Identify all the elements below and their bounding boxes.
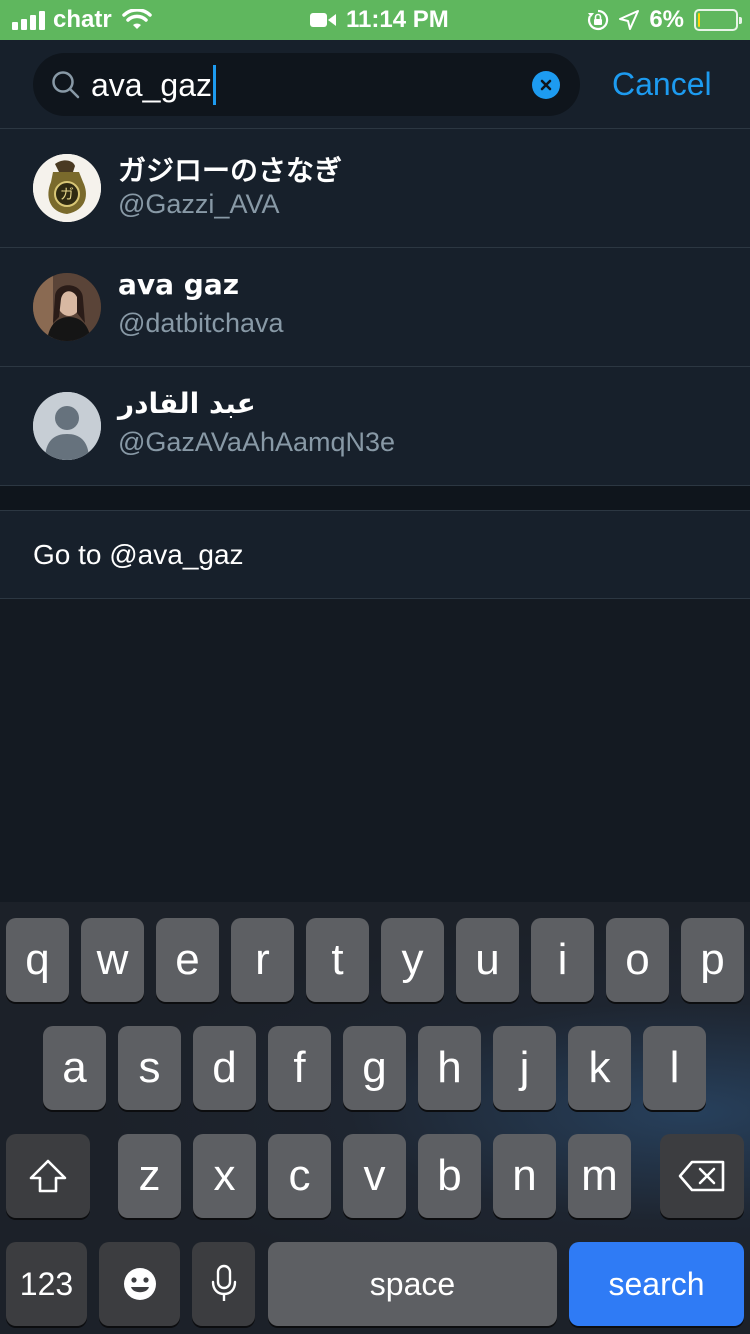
emoji-icon: [123, 1268, 156, 1300]
result-display-name: ava gaz: [118, 268, 240, 301]
close-icon: [540, 79, 552, 91]
battery-level-fill: [698, 13, 701, 27]
result-handle: @datbitchava: [118, 308, 284, 338]
search-query-text: ava_gaz: [91, 66, 212, 103]
orientation-lock-icon: [588, 9, 609, 31]
key-g[interactable]: g: [343, 1026, 406, 1110]
key-o[interactable]: o: [606, 918, 669, 1002]
key-x[interactable]: x: [193, 1134, 256, 1218]
key-q[interactable]: q: [6, 918, 69, 1002]
numbers-key[interactable]: 123: [6, 1242, 87, 1326]
coin-jar-avatar: ガ: [33, 154, 101, 222]
result-display-name: ガジローのさなぎ: [118, 154, 343, 187]
search-key[interactable]: search: [569, 1242, 744, 1326]
search-result-item[interactable]: ava gaz @datbitchava: [0, 248, 750, 367]
key-p[interactable]: p: [681, 918, 744, 1002]
wifi-icon: [121, 9, 152, 29]
key-l[interactable]: l: [643, 1026, 706, 1110]
key-m[interactable]: m: [568, 1134, 631, 1218]
key-u[interactable]: u: [456, 918, 519, 1002]
cancel-button[interactable]: Cancel: [612, 66, 712, 103]
space-key[interactable]: space: [268, 1242, 557, 1326]
key-i[interactable]: i: [531, 918, 594, 1002]
microphone-icon: [211, 1264, 236, 1301]
svg-text:ガ: ガ: [60, 187, 74, 203]
key-b[interactable]: b: [418, 1134, 481, 1218]
key-f[interactable]: f: [268, 1026, 331, 1110]
section-divider: [0, 486, 750, 510]
search-input[interactable]: ava_gaz: [33, 53, 580, 116]
battery-percentage: 6%: [649, 6, 684, 33]
signal-bars-icon: [12, 10, 45, 30]
result-display-name: عبد القادر: [118, 387, 256, 420]
key-h[interactable]: h: [418, 1026, 481, 1110]
location-arrow-icon: [619, 10, 640, 30]
key-e[interactable]: e: [156, 918, 219, 1002]
search-header: ava_gaz Cancel: [0, 40, 750, 129]
empty-results-area: [0, 599, 750, 902]
shift-arrow-icon: [29, 1159, 67, 1193]
status-bar: chatr 11:14 PM 6%: [0, 0, 750, 40]
shift-key[interactable]: [6, 1134, 90, 1218]
key-n[interactable]: n: [493, 1134, 556, 1218]
key-y[interactable]: y: [381, 918, 444, 1002]
result-handle: @Gazzi_AVA: [118, 189, 280, 219]
key-t[interactable]: t: [306, 918, 369, 1002]
dictation-key[interactable]: [192, 1242, 255, 1326]
search-icon: [52, 71, 80, 99]
key-c[interactable]: c: [268, 1134, 331, 1218]
backspace-icon: [678, 1160, 725, 1192]
key-w[interactable]: w: [81, 918, 144, 1002]
key-k[interactable]: k: [568, 1026, 631, 1110]
key-r[interactable]: r: [231, 918, 294, 1002]
key-j[interactable]: j: [493, 1026, 556, 1110]
search-result-item[interactable]: ガ ガジローのさなぎ @Gazzi_AVA: [0, 129, 750, 248]
numbers-key-label: 123: [19, 1265, 74, 1302]
emoji-key[interactable]: [99, 1242, 180, 1326]
battery-icon: [694, 9, 742, 31]
clock-time: 11:14 PM: [346, 6, 449, 33]
on-screen-keyboard: q w e r t y u i o p a s d f g h j k l z …: [0, 902, 750, 1334]
space-key-label: space: [369, 1265, 456, 1302]
key-s[interactable]: s: [118, 1026, 181, 1110]
video-recording-icon: [310, 13, 336, 27]
go-to-profile-row[interactable]: Go to @ava_gaz: [0, 510, 750, 599]
key-a[interactable]: a: [43, 1026, 106, 1110]
photo-avatar: [33, 273, 101, 341]
backspace-key[interactable]: [660, 1134, 744, 1218]
text-cursor: [212, 65, 216, 105]
key-d[interactable]: d: [193, 1026, 256, 1110]
clear-search-button[interactable]: [532, 71, 560, 99]
key-z[interactable]: z: [118, 1134, 181, 1218]
search-key-label: search: [608, 1265, 705, 1302]
carrier-name: chatr: [53, 6, 112, 33]
key-v[interactable]: v: [343, 1134, 406, 1218]
result-handle: @GazAVaAhAamqN3e: [118, 427, 396, 457]
default-avatar: [33, 392, 101, 460]
go-to-profile-label: Go to @ava_gaz: [33, 539, 244, 570]
search-result-item[interactable]: عبد القادر @GazAVaAhAamqN3e: [0, 367, 750, 486]
